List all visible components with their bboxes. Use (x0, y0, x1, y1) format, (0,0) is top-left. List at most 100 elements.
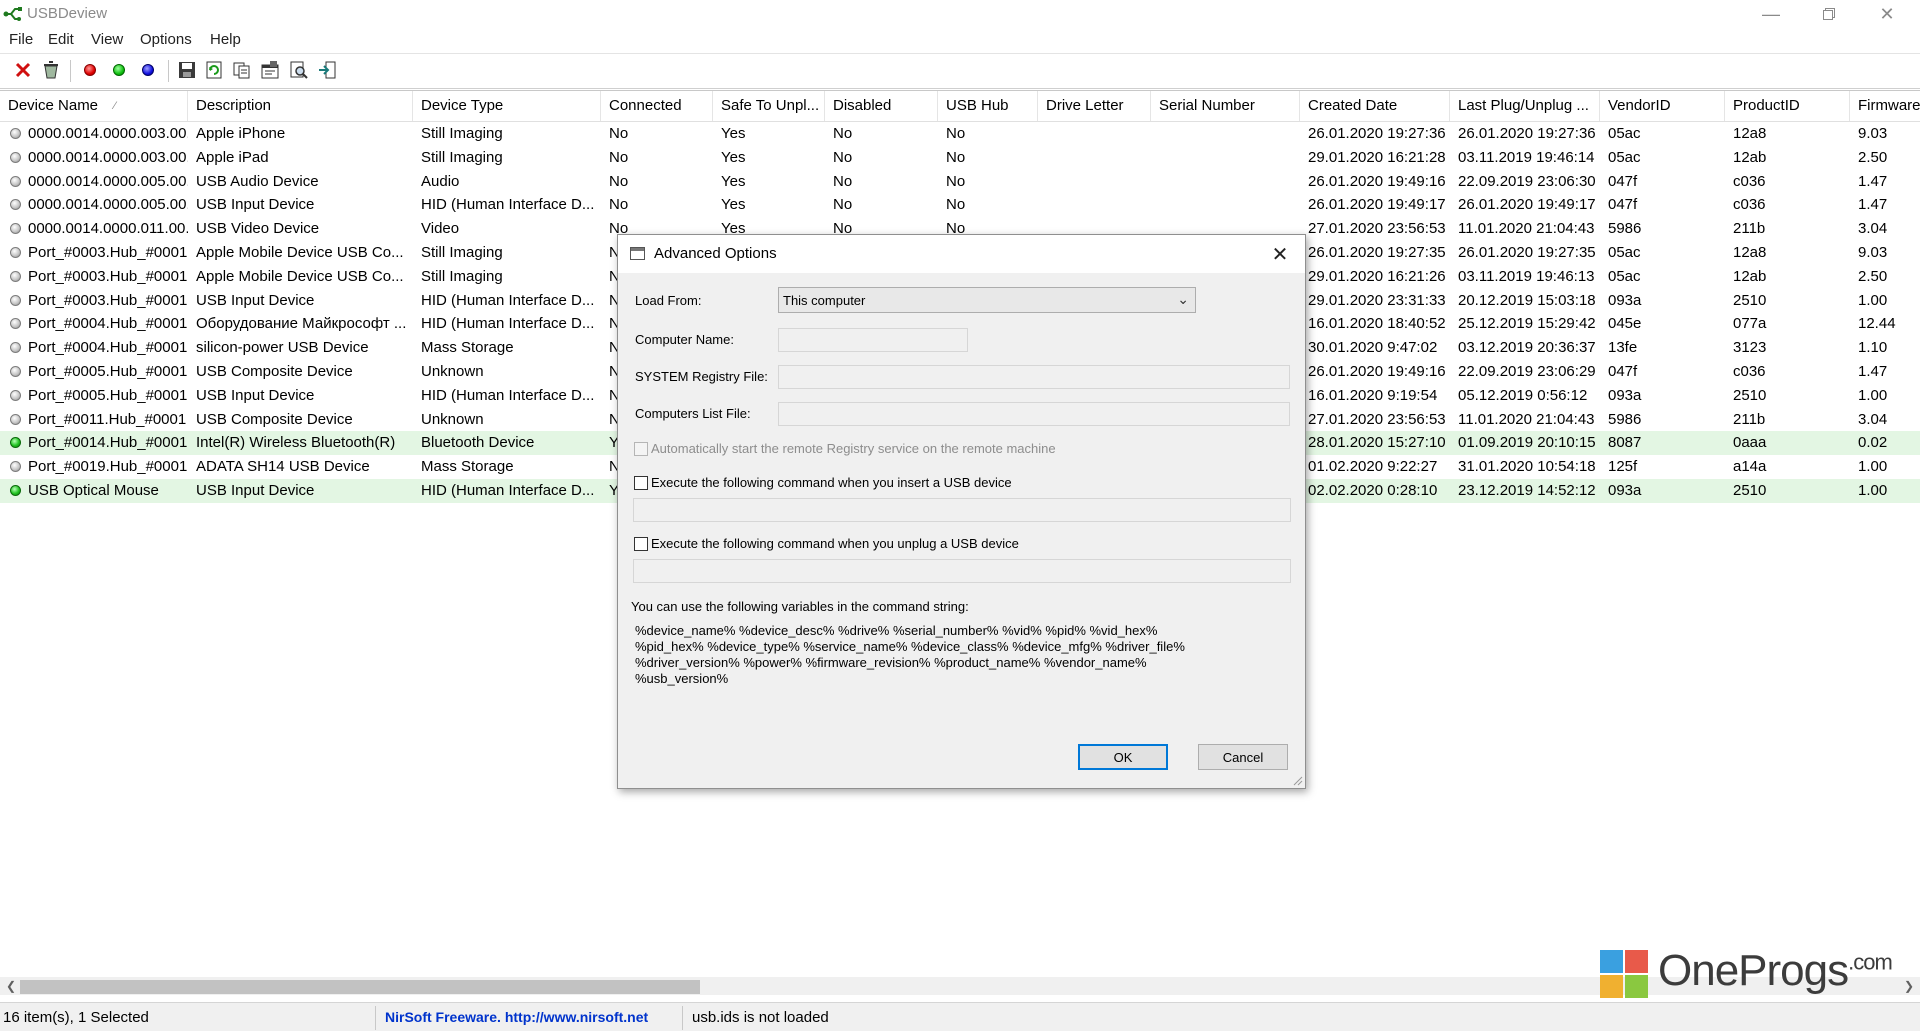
cell-pid: 2510 (1733, 386, 1767, 404)
list-header: Device Name ⁄ Description Device Type Con… (0, 91, 1920, 122)
copy-button[interactable] (231, 59, 253, 81)
cell-last: 26.01.2020 19:27:35 (1458, 244, 1596, 261)
refresh-icon (206, 61, 222, 79)
cell-fw: 1.47 (1858, 196, 1888, 214)
column-header-usb-hub[interactable]: USB Hub (938, 91, 1038, 121)
column-header-connected[interactable]: Connected (601, 91, 713, 121)
auto-start-checkbox[interactable] (634, 442, 648, 456)
computer-name-field[interactable] (778, 328, 968, 352)
cell-hub: No (946, 196, 966, 214)
cell-desc: USB Audio Device (196, 172, 319, 190)
menu-file[interactable]: File (9, 31, 33, 48)
table-row[interactable]: 0000.0014.0000.005.00... USB Input Device… (0, 193, 1920, 217)
exit-button[interactable] (316, 59, 338, 81)
cell-desc: Оборудование Майкрософт ... (196, 315, 407, 333)
insert-command-field[interactable] (633, 498, 1291, 522)
close-window-button[interactable]: ✕ (1858, 0, 1916, 28)
cell-type: HID (Human Interface D... (421, 482, 595, 499)
menu-options[interactable]: Options (140, 31, 192, 48)
cell-connected: No (609, 125, 629, 142)
cell-created: 02.02.2020 0:28:10 (1308, 482, 1438, 499)
column-header-vendor-id[interactable]: VendorID (1600, 91, 1725, 121)
uninstall-icon (44, 61, 58, 79)
menu-edit[interactable]: Edit (48, 31, 74, 48)
computers-list-field[interactable] (778, 402, 1290, 426)
table-row[interactable]: 0000.0014.0000.005.00... USB Audio Device… (0, 170, 1920, 194)
find-button[interactable] (288, 59, 310, 81)
column-header-device-name[interactable]: Device Name ⁄ (0, 91, 188, 121)
uninstall-button[interactable] (40, 59, 62, 81)
red-dot-icon (84, 64, 96, 76)
system-registry-field[interactable] (778, 365, 1290, 389)
disable-button[interactable] (79, 59, 101, 81)
cell-vid: 8087 (1608, 434, 1642, 452)
menu-help[interactable]: Help (210, 31, 241, 48)
cell-name: USB Optical Mouse (28, 482, 159, 499)
toolbar (0, 53, 1920, 89)
dialog-close-button[interactable]: ✕ (1265, 239, 1295, 269)
menu-view[interactable]: View (91, 31, 123, 48)
column-header-description[interactable]: Description (188, 91, 413, 121)
scrollbar-thumb[interactable] (20, 980, 700, 994)
cell-fw: 9.03 (1858, 244, 1888, 261)
cancel-button[interactable]: Cancel (1198, 744, 1288, 770)
cell-last: 11.01.2020 21:04:43 (1458, 220, 1595, 238)
cell-last: 22.09.2019 23:06:30 (1458, 172, 1596, 190)
minimize-button[interactable]: — (1742, 0, 1800, 28)
enable-disable-button[interactable] (137, 59, 159, 81)
cell-fw: 3.04 (1858, 220, 1888, 238)
nirsoft-link[interactable]: NirSoft Freeware. http://www.nirsoft.net (385, 1009, 648, 1025)
cell-last: 11.01.2020 21:04:43 (1458, 410, 1595, 428)
cell-serial (1151, 122, 1300, 146)
ok-button[interactable]: OK (1078, 744, 1168, 770)
table-row[interactable]: 0000.0014.0000.003.00... Apple iPad Still … (0, 146, 1920, 170)
cell-drive (1038, 193, 1151, 217)
menu-bar: File Edit View Options Help (0, 29, 1920, 51)
insert-command-checkbox[interactable] (634, 476, 648, 490)
cell-fw: 1.00 (1858, 386, 1888, 404)
cell-serial (1151, 146, 1300, 170)
unplug-command-label: Execute the following command when you u… (651, 536, 1019, 551)
resize-grip-icon[interactable] (1293, 776, 1303, 786)
load-from-select[interactable]: This computer ⌄ (778, 287, 1196, 313)
cell-desc: ADATA SH14 USB Device (196, 458, 370, 476)
cell-type: HID (Human Interface D... (421, 386, 595, 404)
cell-name: 0000.0014.0000.003.00... (28, 125, 188, 142)
column-header-device-type[interactable]: Device Type (413, 91, 601, 121)
scroll-left-icon[interactable]: ❮ (2, 977, 20, 995)
variables-line: %usb_version% (635, 671, 729, 686)
column-header-disabled[interactable]: Disabled (825, 91, 938, 121)
cell-name: Port_#0003.Hub_#0001 (28, 291, 188, 309)
properties-button[interactable] (259, 59, 281, 81)
cell-last: 03.11.2019 19:46:14 (1458, 148, 1595, 166)
cell-name: Port_#0004.Hub_#0001 (28, 339, 188, 357)
find-icon (290, 61, 308, 79)
unplug-command-checkbox[interactable] (634, 537, 648, 551)
cell-pid: 3123 (1733, 339, 1767, 357)
column-header-drive-letter[interactable]: Drive Letter (1038, 91, 1151, 121)
cell-last: 26.01.2020 19:27:36 (1458, 125, 1596, 142)
copy-icon (233, 62, 250, 79)
cell-vid: 047f (1608, 196, 1638, 214)
delete-button[interactable] (12, 59, 34, 81)
restore-button[interactable] (1800, 0, 1858, 28)
column-header-serial-number[interactable]: Serial Number (1151, 91, 1300, 121)
table-row[interactable]: 0000.0014.0000.003.00... Apple iPhone Stil… (0, 122, 1920, 146)
refresh-button[interactable] (203, 59, 225, 81)
cell-connected: No (609, 172, 629, 190)
column-header-product-id[interactable]: ProductID (1725, 91, 1850, 121)
cell-pid: c036 (1733, 363, 1766, 380)
column-header-created-date[interactable]: Created Date (1300, 91, 1450, 121)
cell-name: Port_#0005.Hub_#0001 (28, 386, 188, 404)
variables-line: %driver_version% %power% %firmware_revis… (635, 655, 1147, 670)
column-header-last-plug[interactable]: Last Plug/Unplug ... (1450, 91, 1600, 121)
save-button[interactable] (176, 59, 198, 81)
cell-pid: c036 (1733, 172, 1766, 190)
column-header-firmware[interactable]: Firmware (1850, 91, 1920, 121)
cell-type: HID (Human Interface D... (421, 315, 595, 333)
enable-button[interactable] (108, 59, 130, 81)
column-header-safe-to-unplug[interactable]: Safe To Unpl... (713, 91, 825, 121)
cell-last: 26.01.2020 19:49:17 (1458, 196, 1596, 214)
unplug-command-field[interactable] (633, 559, 1291, 583)
cell-serial (1151, 193, 1300, 217)
